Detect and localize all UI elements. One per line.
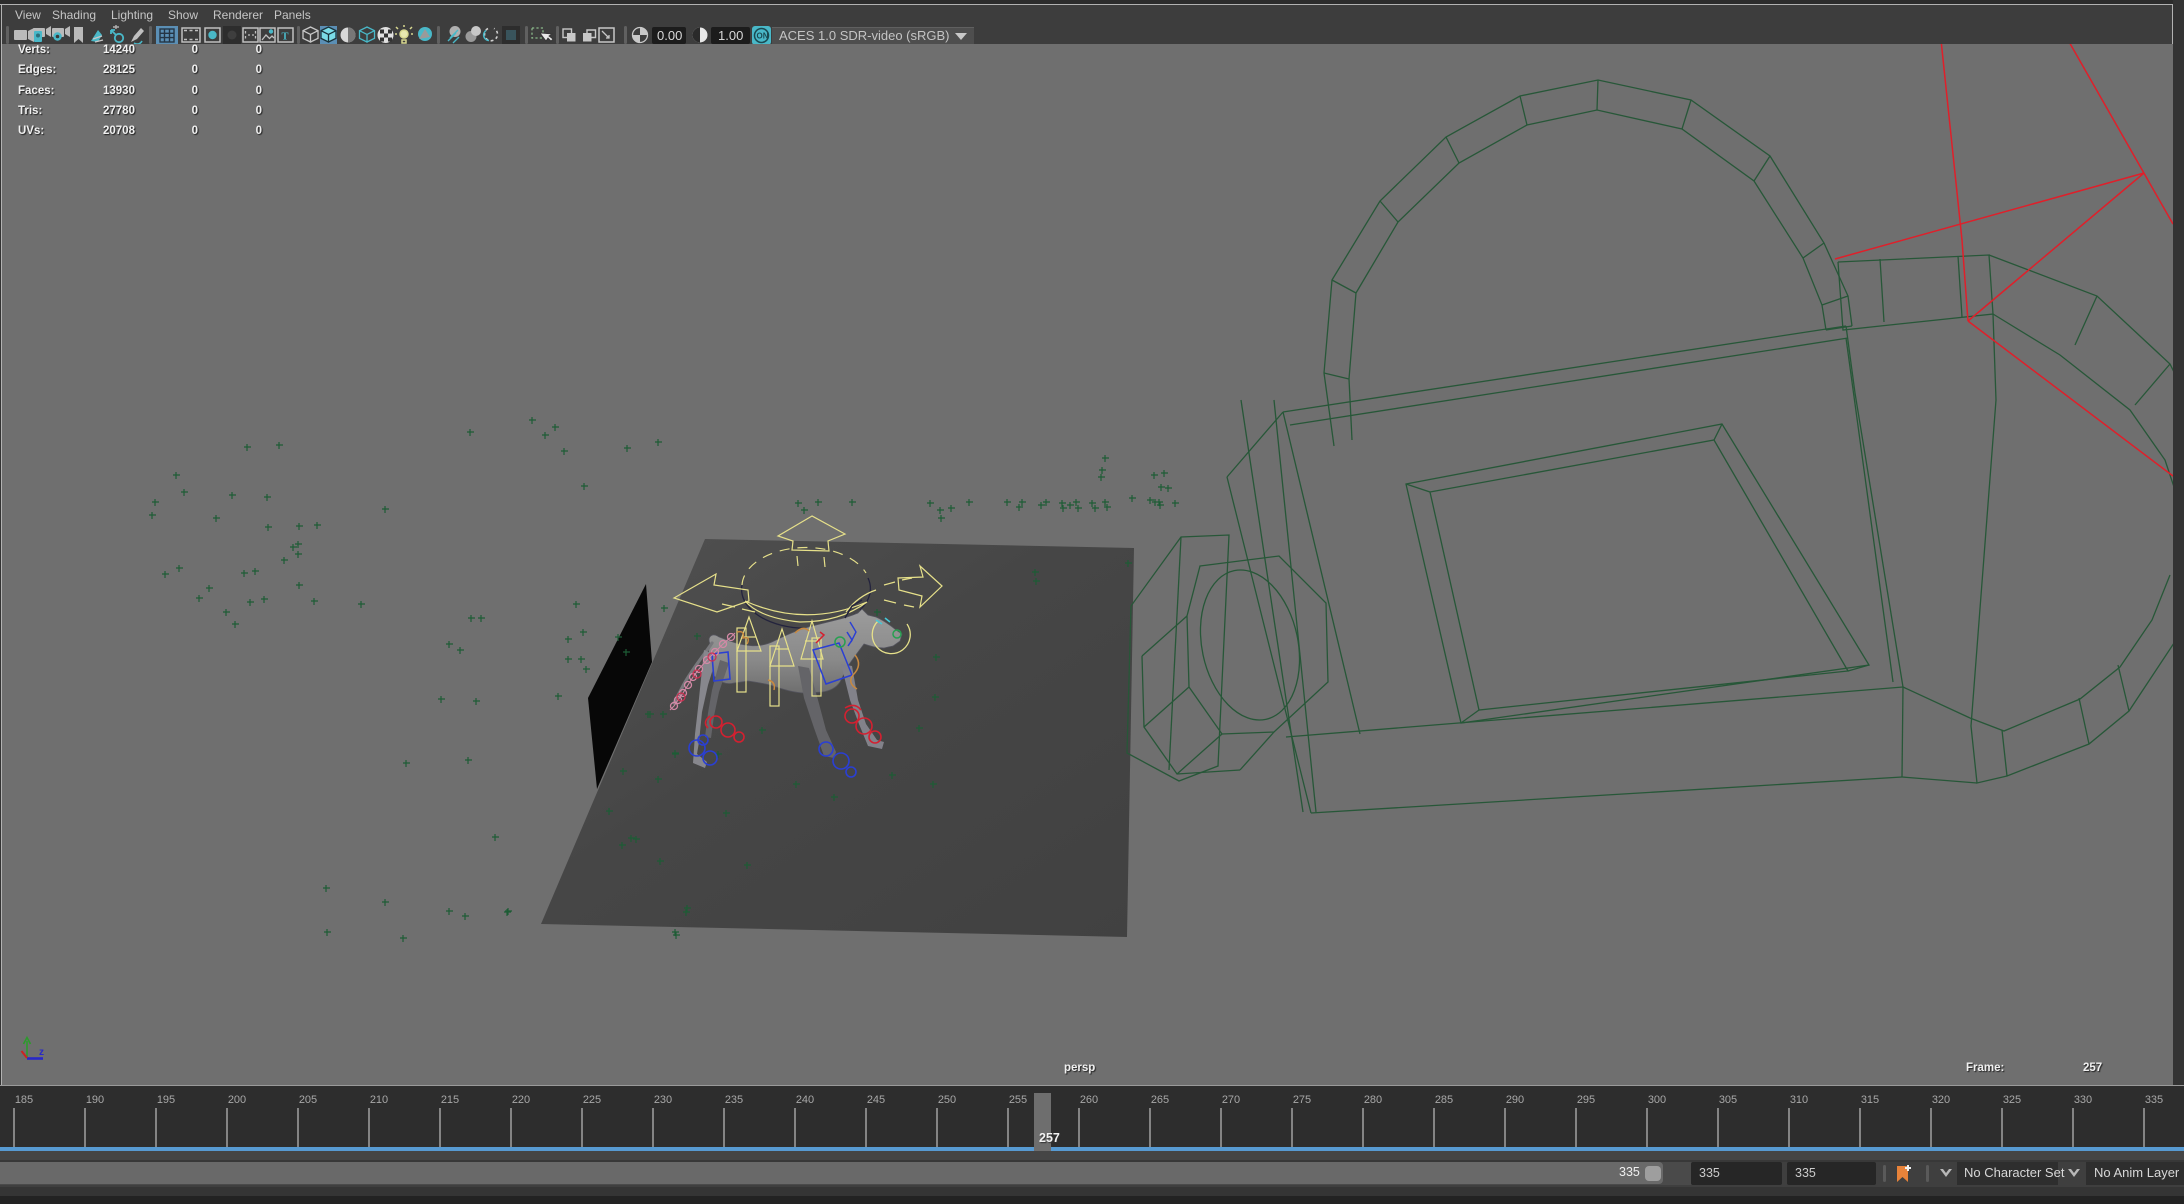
svg-text:ON: ON [757, 32, 769, 41]
svg-text:210: 210 [370, 1094, 388, 1106]
svg-text:245: 245 [867, 1094, 885, 1106]
svg-text:220: 220 [512, 1094, 530, 1106]
svg-text:325: 325 [2003, 1094, 2021, 1106]
svg-text:185: 185 [15, 1094, 33, 1106]
svg-text:T: T [282, 32, 289, 43]
svg-text:0.00: 0.00 [657, 28, 682, 43]
svg-text:285: 285 [1435, 1094, 1453, 1106]
svg-text:300: 300 [1648, 1094, 1666, 1106]
svg-text:255: 255 [1009, 1094, 1027, 1106]
svg-text:330: 330 [2074, 1094, 2092, 1106]
svg-text:1.00: 1.00 [718, 28, 743, 43]
svg-text:z: z [39, 1047, 44, 1058]
svg-text:195: 195 [157, 1094, 175, 1106]
svg-text:305: 305 [1719, 1094, 1737, 1106]
svg-text:280: 280 [1364, 1094, 1382, 1106]
svg-text:290: 290 [1506, 1094, 1524, 1106]
svg-text:260: 260 [1080, 1094, 1098, 1106]
svg-text:270: 270 [1222, 1094, 1240, 1106]
svg-text:215: 215 [441, 1094, 459, 1106]
svg-text:200: 200 [228, 1094, 246, 1106]
svg-text:205: 205 [299, 1094, 317, 1106]
svg-text:315: 315 [1861, 1094, 1879, 1106]
svg-text:310: 310 [1790, 1094, 1808, 1106]
svg-text:335: 335 [2145, 1094, 2163, 1106]
svg-text:320: 320 [1932, 1094, 1950, 1106]
svg-text:250: 250 [938, 1094, 956, 1106]
svg-text:225: 225 [583, 1094, 601, 1106]
svg-text:295: 295 [1577, 1094, 1595, 1106]
svg-text:265: 265 [1151, 1094, 1169, 1106]
svg-text:275: 275 [1293, 1094, 1311, 1106]
svg-text:235: 235 [725, 1094, 743, 1106]
svg-text:240: 240 [796, 1094, 814, 1106]
svg-text:230: 230 [654, 1094, 672, 1106]
svg-text:190: 190 [86, 1094, 104, 1106]
